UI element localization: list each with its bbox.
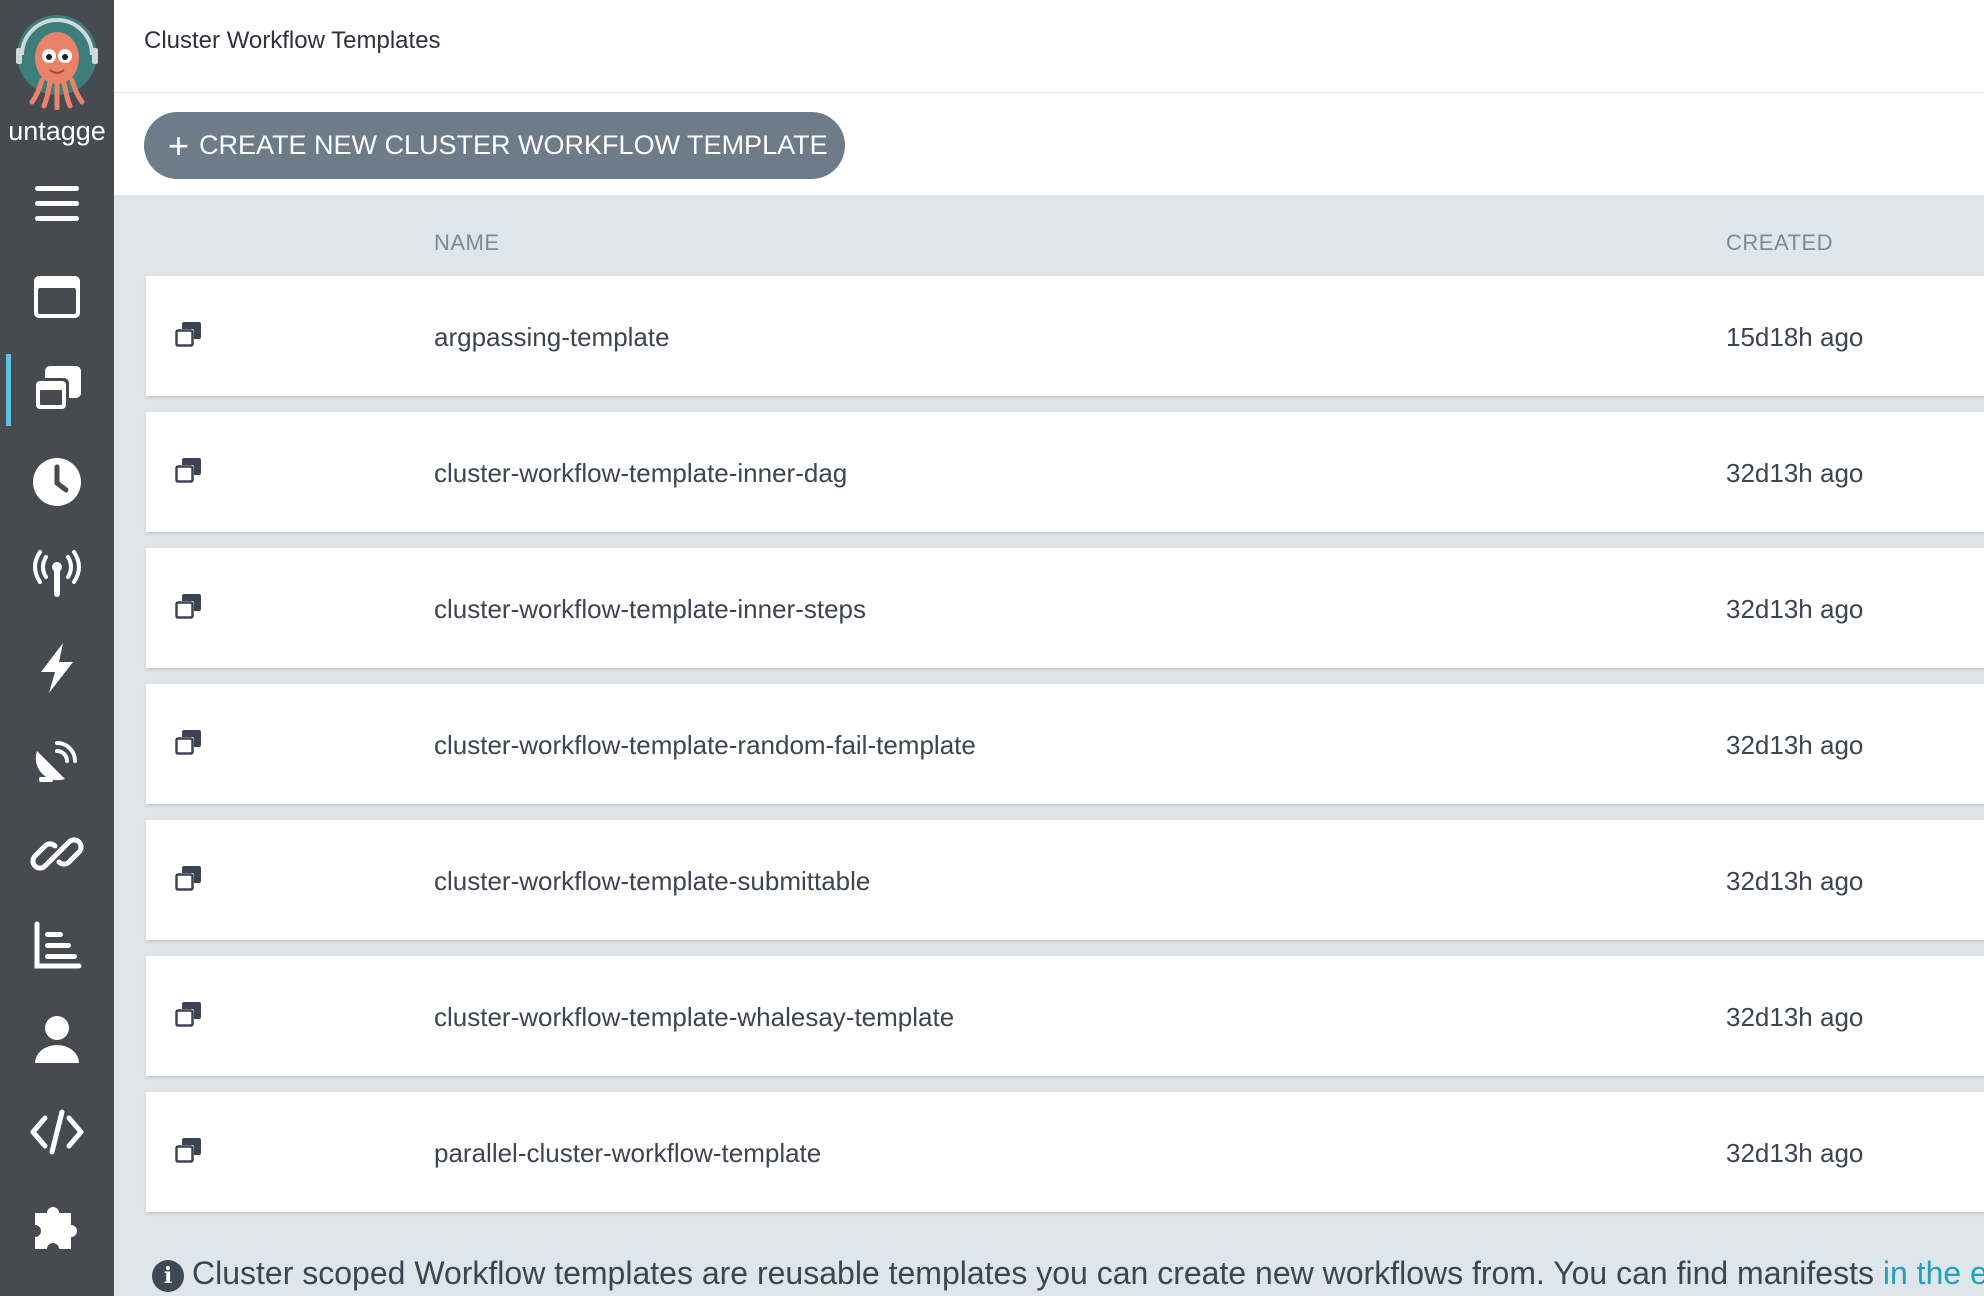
argo-logo bbox=[16, 15, 98, 110]
table-header: NAME CREATED bbox=[146, 220, 1984, 270]
sidebar-item-api-docs[interactable] bbox=[0, 1092, 114, 1172]
created-time: 15d18h ago bbox=[1726, 322, 1864, 352]
sidebar-item-reports[interactable] bbox=[0, 906, 114, 986]
brand[interactable]: untagge bbox=[0, 0, 114, 155]
sidebar-item-menu-toggle[interactable] bbox=[0, 164, 114, 244]
sidebar-item-sensors[interactable] bbox=[0, 628, 114, 708]
table-row[interactable]: argpassing-template 15d18h ago bbox=[146, 276, 1984, 396]
window-restore-icon bbox=[175, 594, 201, 619]
sidebar-item-cluster-workflow-templates[interactable] bbox=[0, 350, 114, 430]
template-name: cluster-workflow-template-submittable bbox=[434, 866, 871, 896]
window-restore-icon bbox=[175, 1138, 201, 1163]
window-restore-icon bbox=[175, 866, 201, 891]
clock-icon bbox=[33, 458, 81, 506]
template-name: cluster-workflow-template-inner-steps bbox=[434, 594, 867, 624]
window-restore-icon bbox=[33, 366, 81, 412]
sidebar-item-links[interactable] bbox=[0, 814, 114, 894]
hamburger-icon bbox=[35, 186, 79, 221]
template-name: cluster-workflow-template-whalesay-templ… bbox=[434, 1002, 955, 1032]
window-restore-icon bbox=[175, 730, 201, 755]
plus-icon: + bbox=[168, 124, 190, 166]
action-bar: + CREATE NEW CLUSTER WORKFLOW TEMPLATE bbox=[114, 93, 1984, 195]
table-row[interactable]: cluster-workflow-template-inner-steps 32… bbox=[146, 548, 1984, 668]
brand-name: untagge bbox=[8, 116, 106, 146]
sidebar-item-workflows[interactable] bbox=[0, 257, 114, 337]
sidebar-item-cron-workflows[interactable] bbox=[0, 442, 114, 522]
template-name: cluster-workflow-template-random-fail-te… bbox=[434, 730, 976, 760]
satellite-dish-icon bbox=[35, 741, 77, 782]
code-icon bbox=[30, 1109, 84, 1155]
info-message: i Cluster scoped Workflow templates are r… bbox=[152, 1255, 1984, 1292]
sidebar: untagge bbox=[0, 0, 114, 1296]
sidebar-item-user-info[interactable] bbox=[0, 999, 114, 1079]
puzzle-piece-icon bbox=[35, 1207, 77, 1249]
created-time: 32d13h ago bbox=[1726, 594, 1864, 624]
broadcast-tower-icon bbox=[33, 550, 81, 597]
created-time: 32d13h ago bbox=[1726, 458, 1864, 488]
top-bar: Cluster Workflow Templates bbox=[114, 0, 1984, 93]
column-header-created: CREATED bbox=[1726, 230, 1833, 255]
table-row[interactable]: cluster-workflow-template-submittable 32… bbox=[146, 820, 1984, 940]
examples-link[interactable]: in the e bbox=[1883, 1255, 1984, 1291]
created-time: 32d13h ago bbox=[1726, 1138, 1864, 1168]
chart-bar-icon bbox=[34, 921, 82, 969]
info-circle-icon: i bbox=[152, 1259, 184, 1292]
template-name: parallel-cluster-workflow-template bbox=[434, 1138, 822, 1168]
sidebar-item-event-sources[interactable] bbox=[0, 535, 114, 615]
create-button-label: CREATE NEW CLUSTER WORKFLOW TEMPLATE bbox=[199, 130, 828, 160]
window-restore-icon bbox=[175, 322, 201, 347]
table-row[interactable]: parallel-cluster-workflow-template 32d13… bbox=[146, 1092, 1984, 1212]
bolt-icon bbox=[41, 643, 73, 693]
template-name: argpassing-template bbox=[434, 322, 670, 352]
table-row[interactable]: cluster-workflow-template-whalesay-templ… bbox=[146, 956, 1984, 1076]
table-row[interactable]: cluster-workflow-template-inner-dag 32d1… bbox=[146, 412, 1984, 532]
window-restore-icon bbox=[175, 1002, 201, 1027]
sidebar-item-plugins[interactable] bbox=[0, 1185, 114, 1265]
window-icon bbox=[34, 276, 80, 318]
user-icon bbox=[35, 1016, 79, 1063]
page-title: Cluster Workflow Templates bbox=[144, 27, 441, 54]
sidebar-item-event-flow[interactable] bbox=[0, 721, 114, 801]
link-icon bbox=[30, 837, 84, 871]
create-cluster-workflow-template-button[interactable]: + CREATE NEW CLUSTER WORKFLOW TEMPLATE bbox=[144, 112, 845, 179]
created-time: 32d13h ago bbox=[1726, 730, 1864, 760]
template-name: cluster-workflow-template-inner-dag bbox=[434, 458, 848, 488]
info-text: Cluster scoped Workflow templates are re… bbox=[192, 1255, 1883, 1291]
window-restore-icon bbox=[175, 458, 201, 483]
column-header-name: NAME bbox=[434, 230, 500, 255]
created-time: 32d13h ago bbox=[1726, 1002, 1864, 1032]
table-row[interactable]: cluster-workflow-template-random-fail-te… bbox=[146, 684, 1984, 804]
created-time: 32d13h ago bbox=[1726, 866, 1864, 896]
